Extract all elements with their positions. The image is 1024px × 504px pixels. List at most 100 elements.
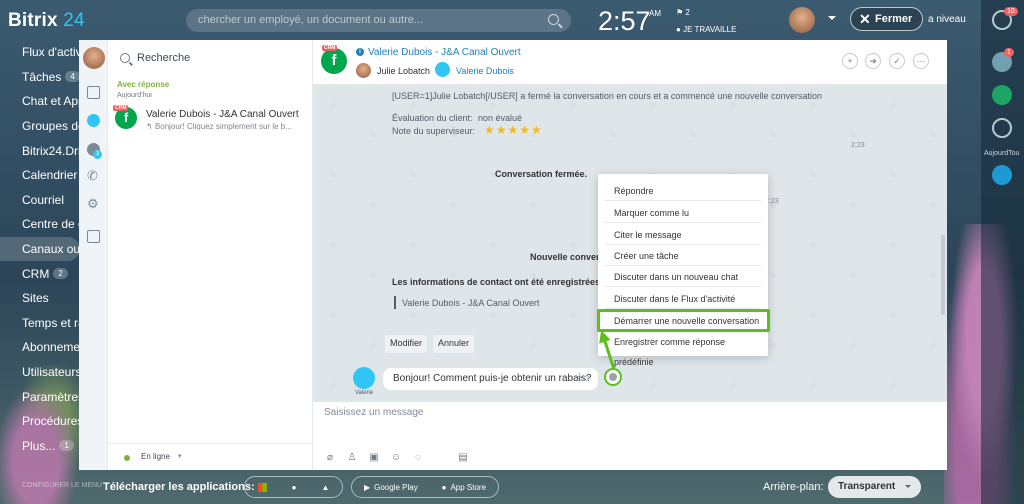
menu-item[interactable]: Temps et rapports — [0, 311, 80, 336]
chat-header: f CRM i Valerie Dubois - J&A Canal Ouver… — [313, 40, 947, 85]
message-time: 2:23 — [851, 142, 865, 149]
member-name[interactable]: Valerie Dubois — [456, 66, 514, 76]
document-icon[interactable]: ▤ — [458, 452, 468, 463]
chevron-down-icon: ▾ — [178, 453, 182, 460]
apple-icon[interactable]: ● — [292, 483, 297, 492]
menu-item[interactable]: Bitrix24.Drive — [0, 138, 80, 163]
add-icon[interactable]: + — [842, 53, 858, 69]
desktop-apps-pill[interactable]: ● ▲ — [244, 476, 343, 498]
more-icon[interactable]: ⋯ — [913, 53, 929, 69]
close-icon: ✕ — [859, 11, 871, 27]
rating-label: Évaluation du client: — [392, 113, 473, 123]
apple-icon: ● — [441, 482, 447, 492]
menu-item[interactable]: Procédures — [0, 409, 80, 434]
message-time: 2:23 — [576, 376, 590, 383]
rail-label: AujourdTou — [984, 150, 1020, 157]
global-search-input[interactable]: chercher un employé, un document ou autr… — [186, 9, 571, 32]
windows-icon[interactable] — [257, 482, 267, 492]
play-icon: ▶ — [363, 482, 371, 492]
quote-bar — [394, 296, 396, 309]
background-select[interactable]: Transparent — [828, 476, 921, 498]
search-icon[interactable] — [548, 14, 559, 25]
clock[interactable]: 2:57 — [598, 6, 651, 37]
menu-item[interactable]: Groupes de travail — [0, 114, 80, 139]
rating-stars[interactable]: ★★★★★ — [484, 123, 543, 137]
menu-item-new-chat[interactable]: Discuter dans un nouveau chat — [605, 267, 761, 287]
openlines-icon[interactable] — [87, 114, 100, 127]
notifications-badge: 3 — [93, 150, 102, 159]
google-play-link[interactable]: ▶ Google Play — [364, 483, 418, 492]
openline-avatar[interactable]: f — [321, 48, 347, 74]
menu-item[interactable]: Tâches 4 — [0, 65, 80, 90]
chevron-down-icon[interactable] — [828, 16, 836, 24]
search-icon[interactable] — [992, 118, 1012, 138]
user-avatar[interactable] — [789, 7, 815, 33]
transfer-icon[interactable]: ➜ — [865, 53, 881, 69]
dialog-preview: ↰ Bonjour! Cliquez simplement sur le b..… — [146, 122, 292, 131]
menu-item[interactable]: Courriel — [0, 188, 80, 213]
hide-icon[interactable]: ◌ — [413, 452, 423, 463]
dialog-item[interactable]: f CRM Valerie Dubois - J&A Canal Ouvert … — [108, 102, 313, 138]
close-messenger-button[interactable]: ✕ Fermer — [850, 7, 923, 31]
info-icon[interactable]: i — [356, 48, 364, 56]
menu-item-reply[interactable]: Répondre — [605, 181, 761, 201]
chat-icon[interactable] — [87, 86, 100, 99]
linux-icon[interactable]: ▲ — [322, 483, 330, 492]
menu-item[interactable]: Abonnement — [0, 335, 80, 360]
portal-logo[interactable]: Bitrix 24 — [8, 10, 85, 32]
highlight-box — [597, 309, 770, 332]
menu-item[interactable]: Utilisateurs — [0, 360, 80, 385]
menu-item[interactable]: Plus... 1 — [0, 434, 80, 459]
phone-icon[interactable] — [87, 168, 100, 184]
clock-ampm: AM — [649, 9, 661, 18]
work-status[interactable]: ● JE TRAVAILLE — [676, 25, 736, 34]
quote-text: Valerie Dubois - J&A Canal Ouvert — [402, 298, 540, 308]
crm-contact-icon[interactable] — [992, 165, 1012, 185]
edit-button[interactable]: Modifier — [385, 335, 428, 353]
menu-item-quote[interactable]: Citer le message — [605, 225, 761, 245]
message-bubble[interactable]: Bonjour! Comment puis-je obtenir un raba… — [383, 368, 598, 390]
recent-search-input[interactable]: Recherche — [118, 50, 304, 70]
top-right-text: a niveau — [928, 14, 966, 25]
author-avatar[interactable] — [353, 367, 375, 389]
menu-item-activity-stream[interactable]: Discuter dans le Flux d'activité — [605, 289, 761, 309]
menu-item-active[interactable]: Canaux ouverts — [0, 236, 80, 262]
menu-item[interactable]: Flux d'activité — [0, 40, 80, 65]
menu-item-save-canned-response[interactable]: Enregistrer comme réponse prédéfinie — [605, 332, 761, 367]
check-icon[interactable]: ✓ — [889, 53, 905, 69]
crm-badge: CRM — [113, 105, 129, 111]
message-input-area: Saisissez un message ⌀ ♙ ▣ ☺ ◌ ▤ — [313, 401, 947, 470]
author-name: Valerie — [355, 390, 374, 396]
menu-item[interactable]: Calendrier — [0, 163, 80, 188]
dialog-title: Valerie Dubois - J&A Canal Ouvert — [146, 109, 299, 120]
mobile-apps-pill[interactable]: ▶ Google Play ● App Store — [351, 476, 499, 498]
form-icon[interactable]: ▣ — [369, 452, 379, 463]
task-icon[interactable] — [87, 230, 100, 243]
status-selector[interactable]: En ligne ▾ — [108, 443, 313, 470]
menu-item-create-task[interactable]: Créer une tâche — [605, 246, 761, 266]
chat-title[interactable]: Valerie Dubois - J&A Canal Ouvert — [368, 47, 521, 58]
portal-topbar: Bitrix 24 chercher un employé, un docume… — [0, 0, 980, 40]
member-avatar[interactable] — [435, 62, 450, 77]
app-store-link[interactable]: ● App Store — [442, 483, 486, 492]
chat-scrollbar[interactable] — [941, 235, 945, 315]
menu-item[interactable]: Centre de contact — [0, 212, 80, 237]
menu-item[interactable]: CRM 2 — [0, 261, 80, 286]
member-name[interactable]: Julie Lobatch — [377, 66, 430, 76]
member-avatar[interactable] — [356, 63, 371, 78]
cancel-button[interactable]: Annuler — [433, 335, 475, 353]
smile-icon[interactable]: ☺ — [391, 452, 401, 463]
user-icon[interactable]: ♙ — [347, 452, 357, 463]
gear-icon[interactable] — [87, 196, 100, 212]
menu-item-mark-read[interactable]: Marquer comme lu — [605, 203, 761, 223]
menu-item[interactable]: Paramètres — [0, 384, 80, 409]
message-input[interactable]: Saisissez un message — [324, 407, 424, 418]
menu-item[interactable]: Chat et Appels — [0, 89, 80, 114]
attach-icon[interactable]: ⌀ — [325, 452, 335, 463]
my-avatar[interactable] — [83, 47, 105, 69]
menu-item[interactable]: Sites — [0, 286, 80, 311]
right-rail: 10 1 AujourdTou — [981, 0, 1024, 504]
supervisor-label: Note du superviseur: — [392, 126, 476, 136]
new-conversation-label: Nouvelle conver — [530, 252, 600, 262]
openlines-icon[interactable] — [992, 85, 1012, 105]
